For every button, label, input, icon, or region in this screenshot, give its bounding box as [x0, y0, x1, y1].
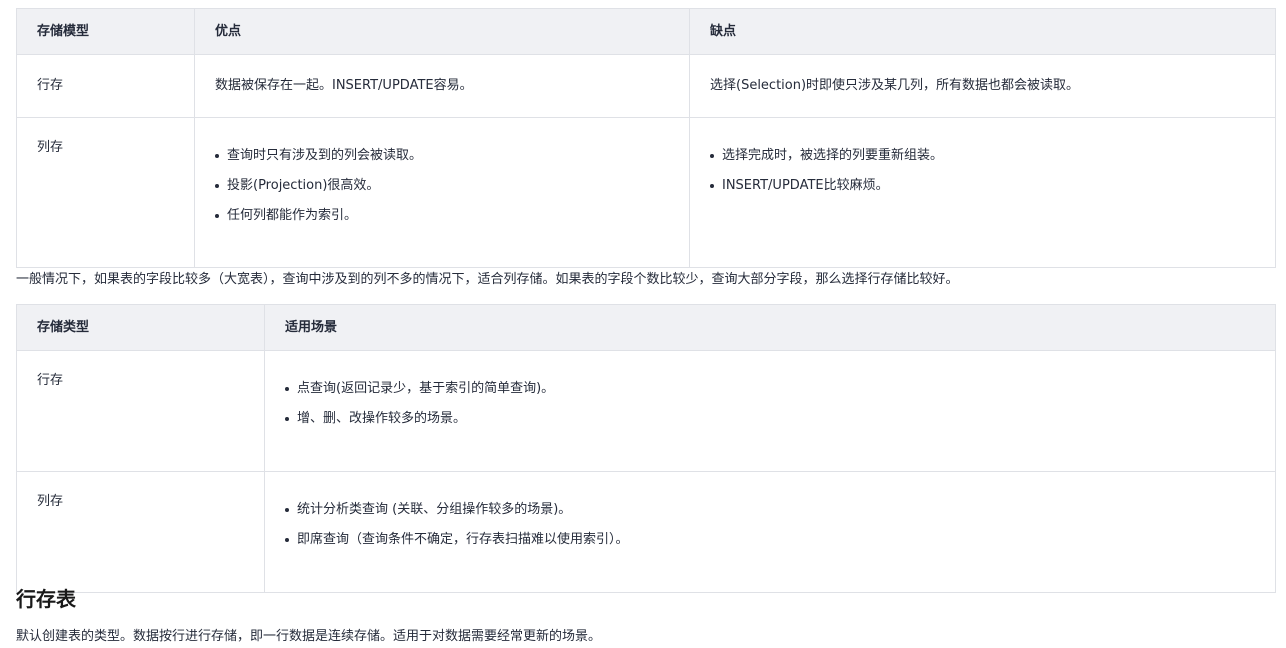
table-row: 列存 统计分析类查询 (关联、分组操作较多的场景)。 即席查询（查询条件不确定，… [16, 471, 1276, 593]
cell-type-row-store: 行存 [16, 350, 265, 472]
storage-model-comparison-table: 存储模型 优点 缺点 行存 数据被保存在一起。INSERT/UPDATE容易。 … [16, 8, 1276, 268]
cell-scenarios-row-store: 点查询(返回记录少，基于索引的简单查询)。 增、删、改操作较多的场景。 [264, 350, 1276, 472]
list-item: 选择完成时，被选择的列要重新组装。 [710, 146, 1255, 166]
header-pros: 优点 [194, 8, 690, 55]
scenarios-list: 统计分析类查询 (关联、分组操作较多的场景)。 即席查询（查询条件不确定，行存表… [285, 500, 1255, 550]
storage-type-scenarios-table: 存储类型 适用场景 行存 点查询(返回记录少，基于索引的简单查询)。 增、删、改… [16, 304, 1276, 593]
cell-model-column-store: 列存 [16, 117, 195, 268]
list-item: INSERT/UPDATE比较麻烦。 [710, 176, 1255, 196]
cell-cons-row-store: 选择(Selection)时即使只涉及某几列，所有数据也都会被读取。 [689, 54, 1276, 118]
list-item: 即席查询（查询条件不确定，行存表扫描难以使用索引）。 [285, 530, 1255, 550]
header-storage-model: 存储模型 [16, 8, 195, 55]
cell-model-row-store: 行存 [16, 54, 195, 118]
list-item: 查询时只有涉及到的列会被读取。 [215, 146, 669, 166]
guidance-paragraph: 一般情况下，如果表的字段比较多（大宽表），查询中涉及到的列不多的情况下，适合列存… [16, 272, 959, 287]
cell-scenarios-column-store: 统计分析类查询 (关联、分组操作较多的场景)。 即席查询（查询条件不确定，行存表… [264, 471, 1276, 593]
header-cons: 缺点 [689, 8, 1276, 55]
list-item: 点查询(返回记录少，基于索引的简单查询)。 [285, 379, 1255, 399]
section-heading: 行存表 [16, 587, 76, 611]
table-header-row: 存储模型 优点 缺点 [16, 8, 1276, 55]
list-item: 任何列都能作为索引。 [215, 206, 669, 226]
cell-pros-column-store: 查询时只有涉及到的列会被读取。 投影(Projection)很高效。 任何列都能… [194, 117, 690, 268]
cell-type-column-store: 列存 [16, 471, 265, 593]
scenarios-list: 点查询(返回记录少，基于索引的简单查询)。 增、删、改操作较多的场景。 [285, 379, 1255, 429]
table-row: 行存 数据被保存在一起。INSERT/UPDATE容易。 选择(Selectio… [16, 54, 1276, 118]
list-item: 统计分析类查询 (关联、分组操作较多的场景)。 [285, 500, 1255, 520]
list-item: 增、删、改操作较多的场景。 [285, 409, 1255, 429]
cell-pros-row-store: 数据被保存在一起。INSERT/UPDATE容易。 [194, 54, 690, 118]
list-item: 投影(Projection)很高效。 [215, 176, 669, 196]
table-row: 列存 查询时只有涉及到的列会被读取。 投影(Projection)很高效。 任何… [16, 117, 1276, 268]
header-storage-type: 存储类型 [16, 304, 265, 351]
document-page: 存储模型 优点 缺点 行存 数据被保存在一起。INSERT/UPDATE容易。 … [0, 0, 1286, 648]
table-header-row: 存储类型 适用场景 [16, 304, 1276, 351]
pros-list: 查询时只有涉及到的列会被读取。 投影(Projection)很高效。 任何列都能… [215, 146, 669, 226]
header-scenarios: 适用场景 [264, 304, 1276, 351]
row-table-description: 默认创建表的类型。数据按行进行存储，即一行数据是连续存储。适用于对数据需要经常更… [16, 629, 602, 644]
table-row: 行存 点查询(返回记录少，基于索引的简单查询)。 增、删、改操作较多的场景。 [16, 350, 1276, 472]
cons-list: 选择完成时，被选择的列要重新组装。 INSERT/UPDATE比较麻烦。 [710, 146, 1255, 196]
cell-cons-column-store: 选择完成时，被选择的列要重新组装。 INSERT/UPDATE比较麻烦。 [689, 117, 1276, 268]
